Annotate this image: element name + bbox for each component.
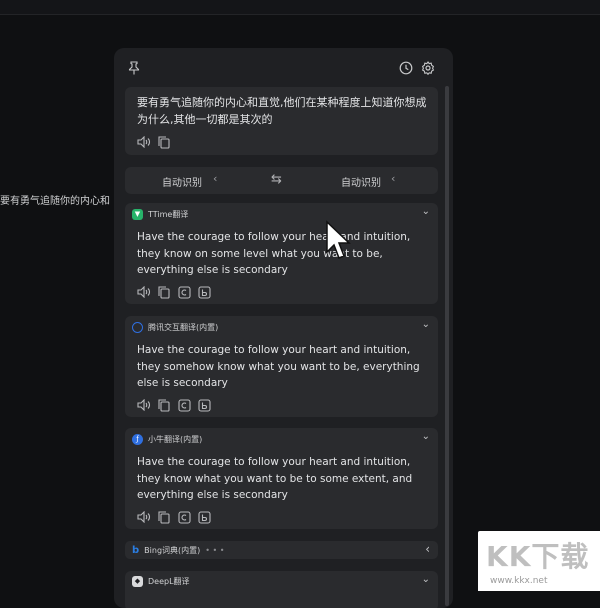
translation-card-niutrans: ƒ 小牛翻译(内置) ⌄ Have the courage to follow … bbox=[125, 428, 438, 529]
bing-logo-icon: b bbox=[132, 544, 140, 556]
panel-toolbar bbox=[114, 48, 453, 88]
swap-languages-icon[interactable]: ⇆ bbox=[271, 172, 282, 187]
chevron-left-icon[interactable]: ‹ bbox=[213, 172, 217, 185]
scrollbar[interactable] bbox=[445, 86, 449, 606]
collapse-chevron-icon[interactable]: ⌄ bbox=[422, 206, 430, 217]
niutrans-logo-icon: ƒ bbox=[132, 433, 143, 445]
copy-camel-case-icon[interactable] bbox=[177, 510, 191, 524]
chevron-left-icon[interactable]: ‹ bbox=[391, 172, 395, 185]
source-text-card: 要有勇气追随你的内心和直觉,他们在某种程度上知道你想成为什么,其他一切都是其次的 bbox=[125, 87, 438, 155]
speaker-icon[interactable] bbox=[137, 398, 151, 412]
copy-camel-case-icon[interactable] bbox=[177, 398, 191, 412]
translation-panel: 要有勇气追随你的内心和直觉,他们在某种程度上知道你想成为什么,其他一切都是其次的… bbox=[114, 48, 453, 608]
target-language-select[interactable]: 自动识别 bbox=[341, 174, 381, 189]
engine-name: DeepL翻译 bbox=[148, 576, 190, 586]
translation-card-ttime: ▼ TTime翻译 ⌄ Have the courage to follow y… bbox=[125, 203, 438, 304]
engine-name: TTime翻译 bbox=[148, 209, 189, 219]
engine-name: Bing词典(内置) bbox=[144, 545, 201, 555]
collapse-chevron-icon[interactable]: ⌄ bbox=[422, 574, 430, 585]
copy-snake-case-icon[interactable] bbox=[197, 285, 211, 299]
translation-card-bing[interactable]: b Bing词典(内置) • • • ‹ bbox=[125, 541, 438, 559]
source-language-select[interactable]: 自动识别 bbox=[162, 174, 202, 189]
settings-gear-icon[interactable] bbox=[419, 59, 437, 77]
translation-text[interactable]: Have the courage to follow your heart an… bbox=[137, 454, 431, 504]
history-icon[interactable] bbox=[397, 59, 415, 77]
translation-text[interactable]: Have the courage to follow your heart an… bbox=[137, 229, 431, 279]
collapse-chevron-icon[interactable]: ⌄ bbox=[422, 431, 430, 442]
collapse-chevron-icon[interactable]: ⌄ bbox=[422, 319, 430, 330]
copy-icon[interactable] bbox=[157, 510, 171, 524]
source-text[interactable]: 要有勇气追随你的内心和直觉,他们在某种程度上知道你想成为什么,其他一切都是其次的 bbox=[137, 94, 427, 128]
watermark-url: www.kkx.net bbox=[490, 576, 548, 586]
deepl-logo-icon: ◆ bbox=[132, 575, 143, 587]
loading-indicator: • • • bbox=[205, 545, 225, 555]
speaker-icon[interactable] bbox=[137, 510, 151, 524]
watermark-title: KK下载 bbox=[486, 540, 590, 573]
translation-text[interactable]: Have the courage to follow your heart an… bbox=[137, 342, 431, 392]
mouse-cursor-icon bbox=[326, 220, 351, 259]
tencent-logo-icon bbox=[132, 321, 143, 333]
speaker-icon[interactable] bbox=[137, 135, 151, 149]
copy-icon[interactable] bbox=[157, 398, 171, 412]
translation-card-deepl: ◆ DeepL翻译 ⌄ bbox=[125, 571, 438, 608]
speaker-icon[interactable] bbox=[137, 285, 151, 299]
expand-chevron-icon[interactable]: ‹ bbox=[425, 542, 430, 556]
background-selected-text: 要有勇气追随你的内心和 bbox=[0, 196, 110, 207]
copy-camel-case-icon[interactable] bbox=[177, 285, 191, 299]
engine-name: 腾讯交互翻译(内置) bbox=[148, 322, 219, 332]
engine-name: 小牛翻译(内置) bbox=[148, 434, 203, 444]
copy-snake-case-icon[interactable] bbox=[197, 510, 211, 524]
copy-icon[interactable] bbox=[157, 135, 171, 149]
translation-card-tencent: 腾讯交互翻译(内置) ⌄ Have the courage to follow … bbox=[125, 316, 438, 417]
copy-snake-case-icon[interactable] bbox=[197, 398, 211, 412]
title-bar bbox=[0, 0, 600, 15]
ttime-logo-icon: ▼ bbox=[132, 208, 143, 220]
pin-icon[interactable] bbox=[125, 59, 143, 77]
copy-icon[interactable] bbox=[157, 285, 171, 299]
watermark-logo: KK下载 www.kkx.net bbox=[478, 531, 600, 591]
language-selector-bar: 自动识别 ‹ ⇆ 自动识别 ‹ bbox=[125, 167, 438, 194]
